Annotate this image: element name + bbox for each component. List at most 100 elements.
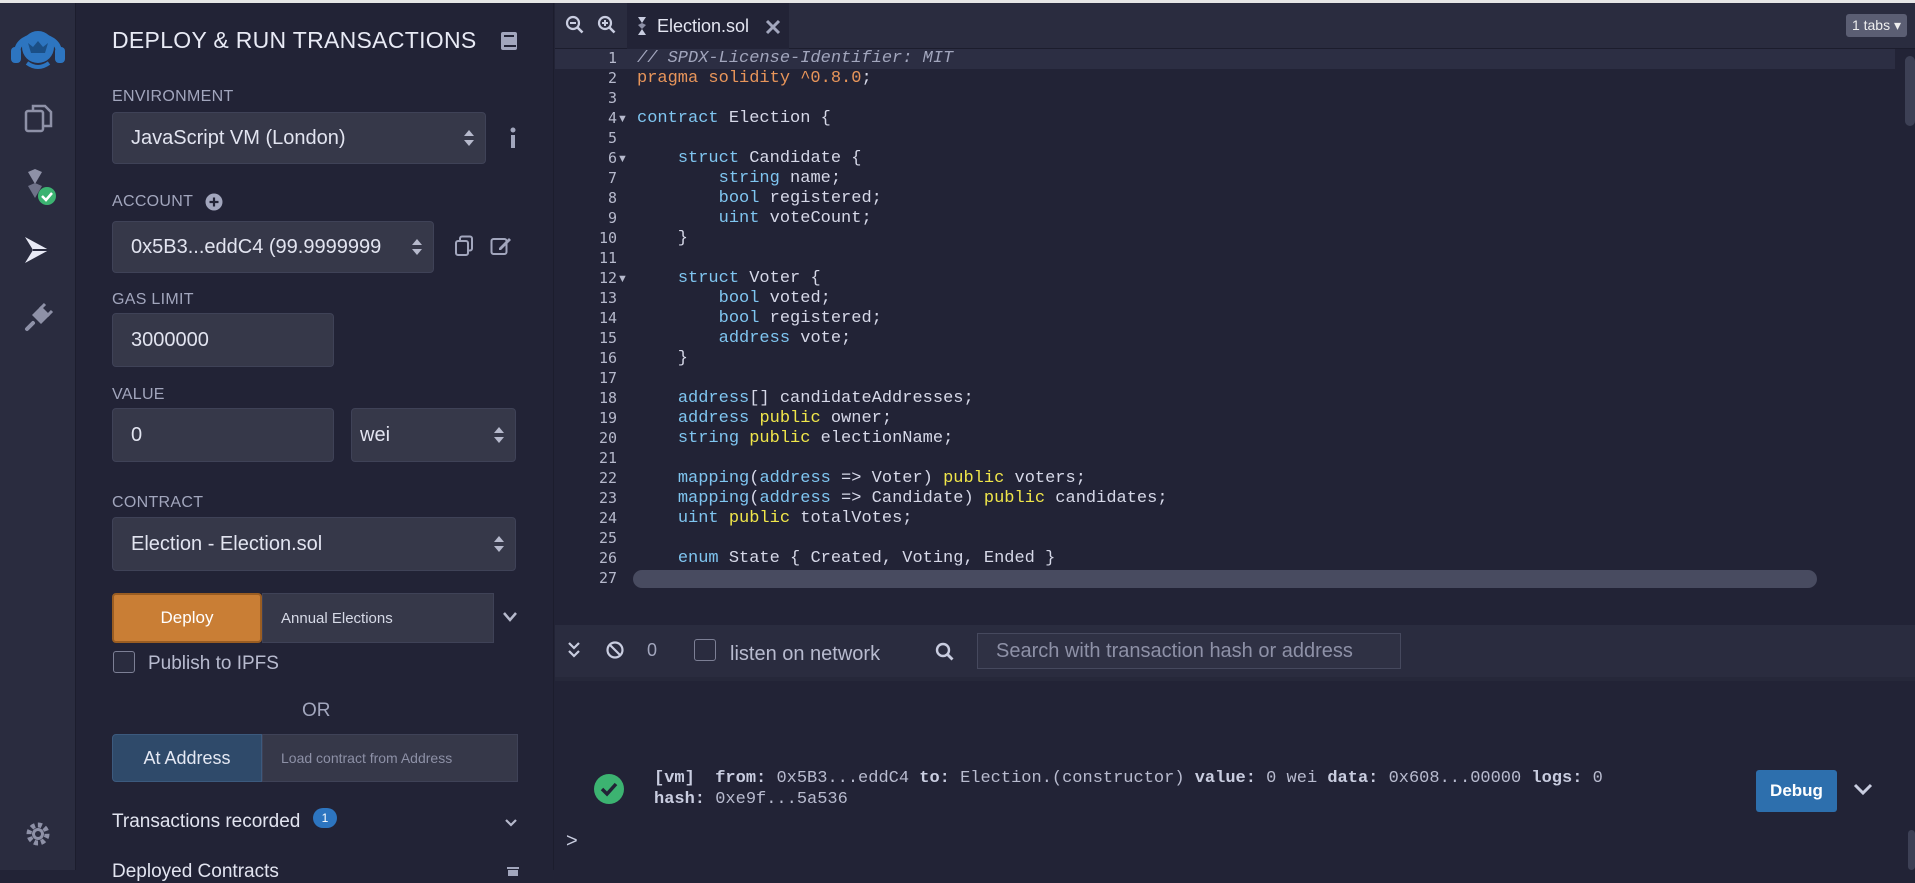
line-number: 15 xyxy=(598,329,617,347)
search-icon xyxy=(935,642,955,667)
deploy-button[interactable]: Deploy xyxy=(112,593,262,643)
code-line[interactable]: contract Election { xyxy=(637,109,831,129)
at-address-input[interactable]: Load contract from Address xyxy=(262,734,518,782)
deploy-run-panel: DEPLOY & RUN TRANSACTIONS ENVIRONMENT Ja… xyxy=(76,3,554,882)
line-number: 27 xyxy=(598,569,617,587)
code-line[interactable]: uint public totalVotes; xyxy=(637,509,913,529)
tx-data: 0x608...00000 xyxy=(1388,769,1522,788)
line-number: 24 xyxy=(598,509,617,527)
console-prompt[interactable]: > xyxy=(566,830,578,853)
code-line[interactable]: struct Candidate { xyxy=(637,149,862,169)
code-line[interactable]: mapping(address => Voter) public voters; xyxy=(637,469,1086,489)
code-line[interactable]: address[] candidateAddresses; xyxy=(637,389,974,409)
line-number: 25 xyxy=(598,529,617,547)
code-line[interactable]: } xyxy=(637,229,688,249)
pending-tx-count: 0 xyxy=(647,640,658,660)
tx-expand-chevron-down-icon[interactable] xyxy=(1853,782,1873,801)
line-number: 22 xyxy=(598,469,617,487)
code-line[interactable]: struct Voter { xyxy=(637,269,821,289)
publish-ipfs-checkbox[interactable] xyxy=(113,651,135,673)
or-separator: OR xyxy=(302,700,331,721)
code-line[interactable]: address vote; xyxy=(637,329,852,349)
transactions-recorded-label[interactable]: Transactions recorded xyxy=(112,811,300,833)
account-label: ACCOUNT xyxy=(112,193,194,210)
panel-title: DEPLOY & RUN TRANSACTIONS xyxy=(112,27,477,53)
line-number: 13 xyxy=(598,289,617,307)
tx-tag: [vm] xyxy=(654,769,695,788)
code-line[interactable]: string public electionName; xyxy=(637,429,953,449)
value-input[interactable]: 0 xyxy=(112,408,334,462)
terminal-divider xyxy=(555,677,1915,681)
copy-account-icon[interactable] xyxy=(454,235,474,262)
contract-label: CONTRACT xyxy=(112,494,204,511)
terminal-vertical-scrollbar[interactable] xyxy=(1908,830,1915,870)
tx-from: 0x5B3...eddC4 xyxy=(776,769,910,788)
fold-arrow-icon[interactable]: ▼ xyxy=(617,113,628,125)
environment-info-icon[interactable] xyxy=(508,127,518,154)
caret-down-icon: ▾ xyxy=(1893,17,1901,33)
environment-label: ENVIRONMENT xyxy=(112,88,234,105)
code-line[interactable]: pragma solidity ^0.8.0; xyxy=(637,69,872,89)
expand-args-chevron-down-icon[interactable] xyxy=(502,610,518,628)
code-line[interactable]: } xyxy=(637,349,688,369)
code-line[interactable]: mapping(address => Candidate) public can… xyxy=(637,489,1168,509)
listen-network-checkbox[interactable] xyxy=(694,639,716,661)
edit-account-icon[interactable] xyxy=(490,235,512,262)
solidity-compiler-icon[interactable] xyxy=(0,161,76,211)
clear-console-icon[interactable] xyxy=(605,640,625,665)
value-unit-select[interactable]: wei xyxy=(351,408,516,462)
line-number: 3 xyxy=(607,89,617,107)
code-line[interactable]: // SPDX-License-Identifier: MIT xyxy=(637,49,953,69)
line-number: 12 xyxy=(598,269,617,287)
line-number-gutter: 1 2 3 4 ▼ 5 6 ▼ 7 8 9 10 11 12 ▼ 13 14 15 16 17 18 19 20 21 22 23… xyxy=(555,49,631,589)
line-number: 21 xyxy=(598,449,617,467)
remix-logo-icon[interactable] xyxy=(0,13,76,71)
fold-arrow-icon[interactable]: ▼ xyxy=(617,273,628,285)
editor-horizontal-scrollbar[interactable] xyxy=(633,570,1817,588)
tabs-count-label: 1 tabs xyxy=(1851,17,1891,33)
zoom-out-icon[interactable] xyxy=(565,15,585,40)
constructor-args-input[interactable]: Annual Elections xyxy=(262,593,494,643)
settings-gear-icon[interactable] xyxy=(0,809,76,859)
tab-election-sol[interactable]: Election.sol xyxy=(627,3,789,49)
collapse-terminal-icon[interactable] xyxy=(567,641,581,664)
code-line[interactable]: address public owner; xyxy=(637,409,892,429)
code-line[interactable]: bool registered; xyxy=(637,189,882,209)
code-line[interactable]: enum State { Created, Voting, Ended } xyxy=(637,549,1055,569)
file-explorer-icon[interactable] xyxy=(0,93,76,143)
line-number: 16 xyxy=(598,349,617,367)
tx-log-entry[interactable]: [vm] from: 0x5B3...eddC4 to: Election.(c… xyxy=(654,768,1603,810)
transactions-chevron-down-icon[interactable] xyxy=(504,815,518,833)
close-tab-icon[interactable] xyxy=(765,19,781,40)
line-number: 4 xyxy=(607,109,617,127)
editor-tab-bar: Election.sol 1 tabs ▾ xyxy=(555,3,1915,49)
trash-icon[interactable] xyxy=(506,863,520,881)
add-account-icon[interactable] xyxy=(205,193,223,216)
line-number: 23 xyxy=(598,489,617,507)
tx-search-input[interactable]: Search with transaction hash or address xyxy=(977,633,1401,669)
editor-vertical-scrollbar[interactable] xyxy=(1905,56,1915,126)
documentation-book-icon[interactable] xyxy=(500,31,518,56)
at-address-button[interactable]: At Address xyxy=(112,734,262,782)
account-select[interactable]: 0x5B3...eddC4 (99.9999999 xyxy=(112,221,434,273)
plugin-manager-icon[interactable] xyxy=(0,293,76,343)
tx-logs: 0 xyxy=(1592,769,1603,788)
contract-select[interactable]: Election - Election.sol xyxy=(112,517,516,571)
debug-button[interactable]: Debug xyxy=(1756,770,1837,812)
fold-arrow-icon[interactable]: ▼ xyxy=(617,153,628,165)
select-arrows-icon xyxy=(463,128,475,148)
tabs-count-dropdown[interactable]: 1 tabs ▾ xyxy=(1845,14,1907,37)
code-line[interactable]: bool voted; xyxy=(637,289,831,309)
line-number: 9 xyxy=(607,209,617,227)
deploy-run-icon[interactable] xyxy=(0,225,76,275)
environment-value: JavaScript VM (London) xyxy=(131,126,346,149)
gas-limit-input[interactable]: 3000000 xyxy=(112,313,334,367)
tx-to: Election.(constructor) xyxy=(960,769,1185,788)
code-line[interactable]: string name; xyxy=(637,169,841,189)
line-number: 14 xyxy=(598,309,617,327)
code-line[interactable]: uint voteCount; xyxy=(637,209,872,229)
environment-select[interactable]: JavaScript VM (London) xyxy=(112,112,486,164)
code-editor[interactable]: 1 2 3 4 ▼ 5 6 ▼ 7 8 9 10 11 12 ▼ 13 14 15 16 17 18 19 20 21 22 23… xyxy=(555,49,1915,593)
zoom-in-icon[interactable] xyxy=(597,15,617,40)
code-line[interactable]: bool registered; xyxy=(637,309,882,329)
